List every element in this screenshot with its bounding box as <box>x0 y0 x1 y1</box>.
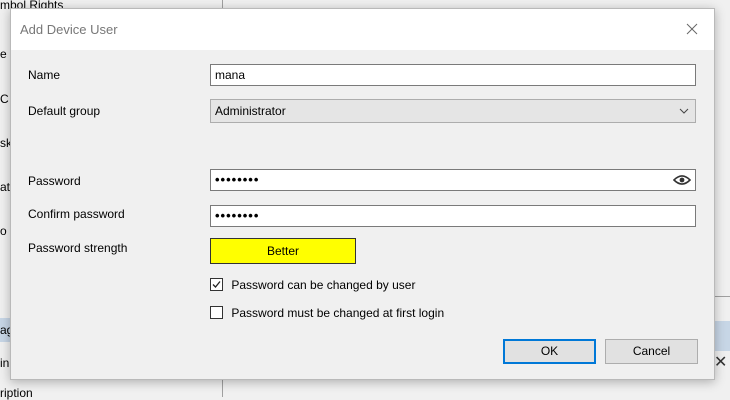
background-right-highlight <box>714 321 730 351</box>
confirm-password-input[interactable]: •••••••• <box>210 205 696 227</box>
password-strength-indicator: Better <box>210 238 356 264</box>
checkbox-can-change-label: Password can be changed by user <box>231 277 416 292</box>
checkbox-can-change[interactable] <box>210 278 223 292</box>
checkmark-icon <box>212 281 221 289</box>
background-fragment: at <box>0 180 11 194</box>
checkbox-must-change-label: Password must be changed at first login <box>231 305 445 320</box>
default-group-label: Default group <box>28 104 101 118</box>
background-fragment: in <box>0 356 10 370</box>
ok-button[interactable]: OK <box>503 339 596 364</box>
password-input[interactable]: •••••••• <box>210 169 696 191</box>
checkbox-must-change-row[interactable]: Password must be changed at first login <box>210 305 444 321</box>
background-fragment: C <box>0 92 9 106</box>
checkbox-can-change-row[interactable]: Password can be changed by user <box>210 277 415 293</box>
cancel-button[interactable]: Cancel <box>605 339 698 364</box>
background-fragment: ription <box>0 386 33 400</box>
password-input-value: •••••••• <box>215 172 260 187</box>
close-icon[interactable] <box>681 18 703 40</box>
background-close-icon[interactable]: ✕ <box>714 352 727 372</box>
chevron-down-icon <box>679 108 689 114</box>
confirm-password-label: Confirm password <box>28 207 125 221</box>
dialog-title: Add Device User <box>20 22 118 37</box>
default-group-select[interactable]: Administrator <box>210 99 696 123</box>
name-label: Name <box>28 68 61 82</box>
checkbox-must-change[interactable] <box>210 306 223 320</box>
name-input[interactable]: mana <box>210 64 696 86</box>
name-input-value: mana <box>215 68 246 82</box>
password-strength-label: Password strength <box>28 241 128 255</box>
add-device-user-dialog: Add Device User Name mana Default group … <box>10 8 715 380</box>
confirm-password-value: •••••••• <box>215 208 260 223</box>
background-fragment: o <box>0 224 7 238</box>
dialog-titlebar: Add Device User <box>11 9 714 50</box>
background-fragment: e <box>0 47 7 61</box>
password-strength-value: Better <box>266 244 299 258</box>
password-label: Password <box>28 174 81 188</box>
default-group-value: Administrator <box>215 104 286 118</box>
eye-icon[interactable] <box>673 174 691 186</box>
